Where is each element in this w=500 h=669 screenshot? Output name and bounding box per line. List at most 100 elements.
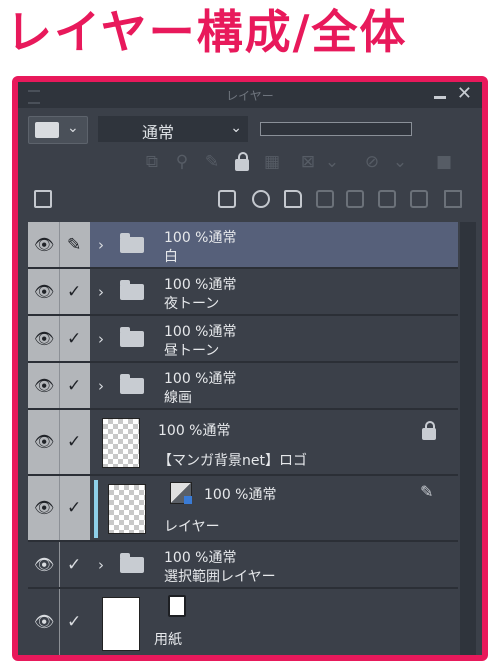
layer-name: 昼トーン: [164, 343, 220, 359]
folder-icon: [120, 326, 144, 347]
visibility-toggle[interactable]: 👁: [28, 222, 60, 267]
edit-target-toggle[interactable]: ✓: [60, 316, 90, 361]
paper-icon: [168, 595, 186, 617]
layer-list-scrollbar[interactable]: [460, 222, 476, 655]
enable-mask-icon[interactable]: ■: [434, 152, 454, 172]
panel-title: レイヤー: [226, 89, 274, 103]
blend-mode-value: 通常: [142, 123, 175, 142]
check-icon: ✓: [67, 281, 82, 302]
layer-row[interactable]: 👁 ✓ › 100 %通常 選択範囲レイヤー: [28, 542, 458, 589]
layer-name: 白: [164, 249, 178, 265]
ruler-icon[interactable]: ⊘: [362, 152, 382, 172]
visibility-toggle[interactable]: 👁: [28, 410, 60, 474]
delete-icon[interactable]: [444, 190, 462, 208]
mask-create-icon[interactable]: [378, 190, 396, 208]
lock-shape-icon: [235, 152, 249, 171]
mask-icon[interactable]: ⊠: [298, 152, 318, 172]
layer-opacity-blend: 100 %通常: [204, 487, 277, 503]
edit-target-toggle[interactable]: ✓: [60, 542, 90, 587]
layer-thumbnail: [108, 484, 146, 534]
folder-icon: [120, 552, 144, 573]
chevron-right-icon[interactable]: ›: [98, 235, 104, 255]
clip-icon[interactable]: ⧉: [142, 152, 162, 172]
eye-icon: 👁: [34, 328, 55, 348]
layer-row[interactable]: 👁 ✓ 100 %通常 【マンガ背景net】ロゴ: [28, 410, 458, 476]
check-icon: ✓: [67, 328, 82, 349]
edit-target-toggle[interactable]: ✎: [60, 222, 90, 267]
chevron-right-icon[interactable]: ›: [98, 329, 104, 349]
layer-option-toolbar: ⧉ ⚲ ✎ ▦ ⊠ ⌄ ⊘ ⌄ ■: [18, 148, 482, 178]
folder-icon: [120, 279, 144, 300]
eye-icon: 👁: [34, 612, 55, 631]
transfer-down-icon[interactable]: [316, 190, 334, 208]
layer-list-icon[interactable]: [34, 190, 52, 208]
layer-command-toolbar: [18, 184, 482, 214]
edit-target-toggle[interactable]: ✓: [60, 269, 90, 314]
edit-target-toggle[interactable]: ✓: [60, 589, 90, 655]
layer-property-row: ⌄ 通常 ⌄: [18, 112, 482, 144]
ref-layer-icon[interactable]: ⚲: [172, 152, 192, 172]
check-icon: ✓: [67, 498, 82, 518]
selection-source-icon[interactable]: ✎: [202, 152, 222, 172]
layer-row[interactable]: 👁 ✓ 用紙: [28, 589, 458, 655]
layer-row[interactable]: 👁 ✓ › 100 %通常 線画: [28, 363, 458, 410]
layer-name: 選択範囲レイヤー: [164, 569, 276, 585]
eye-icon: 👁: [34, 281, 55, 301]
pen-icon: ✎: [67, 234, 82, 255]
tone-layer-icon: [170, 482, 192, 504]
eye-icon: 👁: [34, 498, 55, 517]
folder-icon: [120, 373, 144, 394]
chevron-down-icon: ⌄: [67, 120, 79, 136]
eye-icon: 👁: [34, 432, 55, 451]
minimize-icon[interactable]: [434, 96, 446, 99]
check-icon: ✓: [67, 375, 82, 396]
layer-opacity-blend: 100 %通常: [164, 277, 237, 293]
visibility-toggle[interactable]: 👁: [28, 316, 60, 361]
apply-mask-icon[interactable]: [410, 190, 428, 208]
visibility-toggle[interactable]: 👁: [28, 363, 60, 408]
check-icon: ✓: [67, 612, 82, 632]
layer-opacity-blend: 100 %通常: [164, 550, 237, 566]
panel-titlebar[interactable]: レイヤー ✕: [18, 82, 482, 108]
layer-list: 👁 ✎ › 100 %通常 白 👁 ✓ › 100 %通常 夜トーン 👁 ✓ ›…: [28, 222, 458, 655]
chevron-down-icon[interactable]: ⌄: [390, 152, 410, 172]
opacity-slider[interactable]: [260, 122, 412, 136]
layer-opacity-blend: 100 %通常: [164, 371, 237, 387]
visibility-toggle[interactable]: 👁: [28, 476, 60, 540]
layer-name: 【マンガ背景net】ロゴ: [158, 453, 307, 469]
visibility-toggle[interactable]: 👁: [28, 269, 60, 314]
new-raster-layer-icon[interactable]: [218, 190, 236, 208]
visibility-toggle[interactable]: 👁: [28, 542, 60, 587]
lock-icon[interactable]: [232, 152, 252, 172]
layer-color-dropdown[interactable]: ⌄: [28, 116, 88, 144]
close-icon[interactable]: ✕: [457, 84, 472, 104]
tone-badge-icon: [184, 496, 192, 504]
layer-opacity-blend: 100 %通常: [164, 324, 237, 340]
layer-name: 用紙: [154, 632, 182, 648]
layer-row[interactable]: 👁 ✓ › 100 %通常 夜トーン: [28, 269, 458, 316]
new-vector-layer-icon[interactable]: [252, 190, 270, 208]
layer-row[interactable]: 👁 ✓ › 100 %通常 昼トーン: [28, 316, 458, 363]
mask-link-icon: ✎: [420, 482, 434, 501]
edit-target-toggle[interactable]: ✓: [60, 363, 90, 408]
eye-icon: 👁: [34, 554, 55, 574]
chevron-down-icon[interactable]: ⌄: [322, 152, 342, 172]
clipping-indicator: [94, 480, 98, 538]
layer-thumbnail: [102, 597, 140, 651]
layer-row[interactable]: 👁 ✓ 100 %通常 レイヤー ✎: [28, 476, 458, 542]
blend-mode-select[interactable]: 通常 ⌄: [98, 116, 248, 142]
layer-row[interactable]: 👁 ✎ › 100 %通常 白: [28, 222, 458, 269]
page-heading: レイヤー構成/全体: [6, 5, 408, 59]
merge-down-icon[interactable]: [346, 190, 364, 208]
chevron-right-icon[interactable]: ›: [98, 555, 104, 575]
check-icon: ✓: [67, 554, 82, 575]
folder-icon: [120, 232, 144, 253]
layer-name: 線画: [164, 390, 192, 406]
lock-transparency-icon[interactable]: ▦: [262, 152, 282, 172]
chevron-right-icon[interactable]: ›: [98, 376, 104, 396]
visibility-toggle[interactable]: 👁: [28, 589, 60, 655]
edit-target-toggle[interactable]: ✓: [60, 476, 90, 540]
edit-target-toggle[interactable]: ✓: [60, 410, 90, 474]
new-folder-icon[interactable]: [284, 190, 302, 208]
chevron-right-icon[interactable]: ›: [98, 282, 104, 302]
